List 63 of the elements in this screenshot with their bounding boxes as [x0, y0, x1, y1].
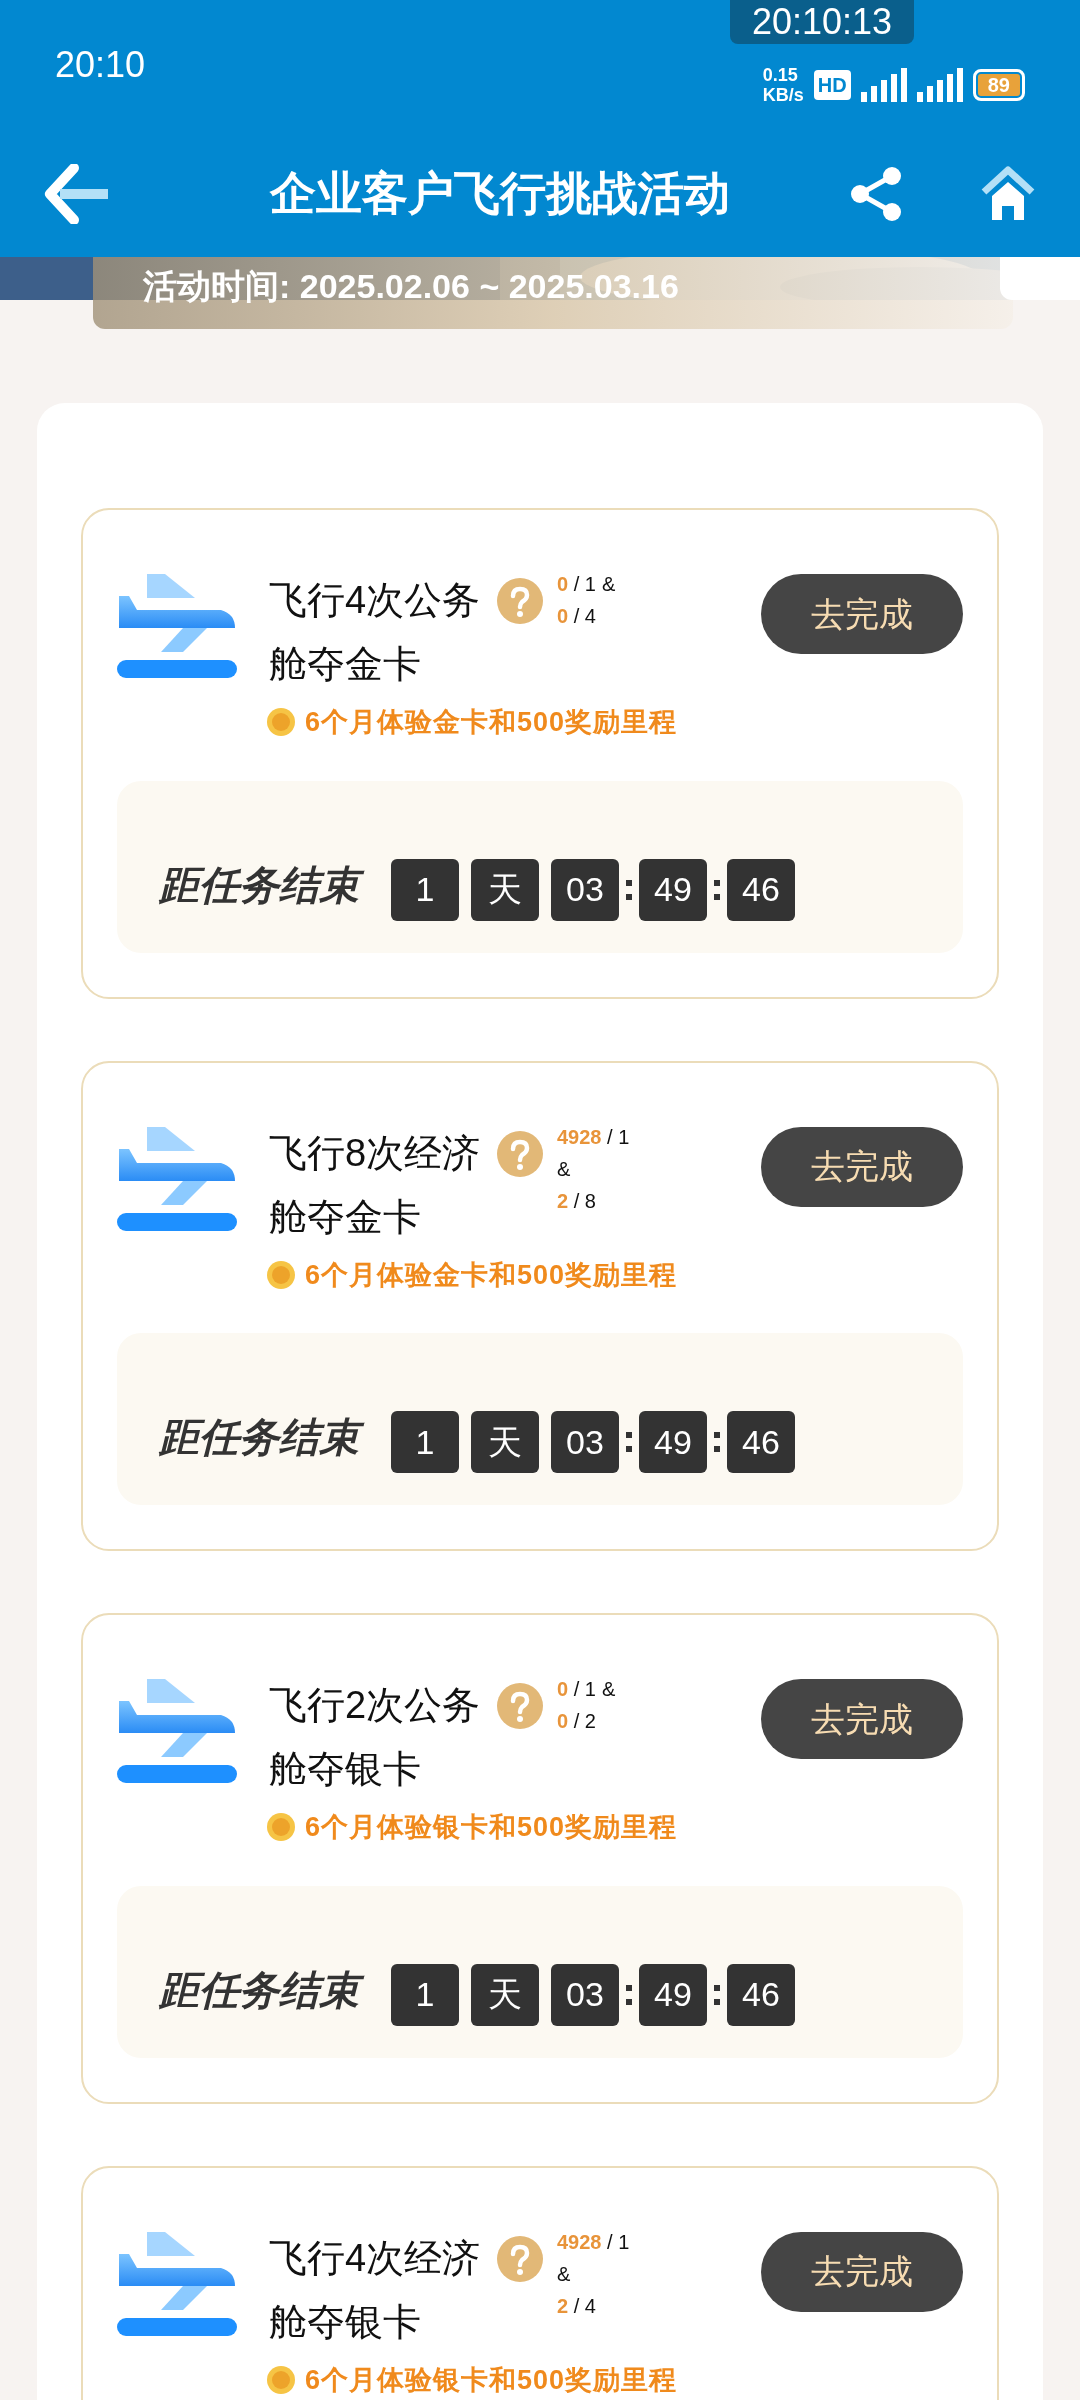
- countdown-label: 距任务结束: [159, 1963, 367, 2016]
- help-icon[interactable]: [497, 1130, 543, 1177]
- clock: 20:10: [55, 43, 146, 87]
- coin-icon: [267, 1813, 295, 1842]
- coin-icon: [267, 2365, 295, 2394]
- progress-count: 4928 / 1: [557, 1124, 630, 1150]
- countdown-label: 距任务结束: [159, 1411, 367, 1463]
- countdown-label: 距任务结束: [159, 858, 367, 911]
- net-speed: 0.15: [762, 65, 799, 85]
- task-title: 飞行4次公务舱夺金卡: [269, 578, 482, 687]
- countdown-digit: 1: [391, 1963, 459, 2026]
- countdown-digit: 03: [551, 1411, 619, 1473]
- task-title: 飞行4次经济舱夺银卡: [269, 2235, 482, 2345]
- reward-text: 6个月体验金卡和500奖励里程: [305, 1258, 678, 1292]
- share-icon[interactable]: [850, 165, 904, 222]
- complete-button[interactable]: 去完成: [761, 2231, 963, 2312]
- countdown-digit: 天: [471, 1411, 539, 1473]
- countdown-digit: 天: [471, 858, 539, 921]
- coin-icon: [267, 708, 295, 737]
- home-icon[interactable]: [980, 165, 1036, 222]
- reward-text: 6个月体验金卡和500奖励里程: [305, 706, 678, 739]
- countdown-digit: 46: [727, 858, 795, 921]
- coin-icon: [267, 1260, 295, 1289]
- signal-icon: [860, 68, 907, 102]
- progress-count: 0 / 1: [557, 572, 596, 597]
- countdown-digit: 天: [471, 1963, 539, 2026]
- countdown-digit: 49: [639, 1411, 707, 1473]
- activity-period: 活动时间: 2025.02.06 ~ 2025.03.16: [143, 266, 679, 307]
- countdown-digit: 46: [727, 1963, 795, 2026]
- page-title: 企业客户飞行挑战活动: [269, 166, 731, 221]
- countdown-digit: 49: [639, 1963, 707, 2026]
- countdown-digit: 1: [391, 1411, 459, 1473]
- and-sign: &: [557, 1156, 571, 1182]
- progress-count: 0 / 1: [557, 1677, 596, 1702]
- help-icon[interactable]: [497, 2235, 543, 2282]
- task-title: 飞行2次公务舱夺银卡: [269, 1683, 482, 1792]
- progress-count: 0 / 4: [557, 604, 596, 629]
- reward-text: 6个月体验银卡和500奖励里程: [305, 1811, 678, 1844]
- signal-icon: [916, 68, 963, 102]
- progress-count: 2 / 8: [557, 1188, 596, 1214]
- help-icon[interactable]: [497, 1683, 543, 1729]
- progress-count: 0 / 2: [557, 1709, 596, 1734]
- hd-icon: HD: [813, 70, 851, 100]
- progress-count: 4928 / 1: [557, 2229, 630, 2255]
- complete-button[interactable]: 去完成: [761, 1126, 963, 1207]
- countdown-digit: 03: [551, 1963, 619, 2026]
- and-sign: &: [601, 572, 616, 597]
- countdown-digit: 46: [727, 1411, 795, 1473]
- progress-count: 2 / 4: [557, 2293, 596, 2319]
- recorder-time: 20:10:13: [730, 0, 915, 44]
- net-unit: KB/s: [762, 85, 804, 105]
- and-sign: &: [557, 2261, 571, 2287]
- help-icon[interactable]: [497, 578, 543, 624]
- and-sign: &: [601, 1677, 616, 1702]
- task-title: 飞行8次经济舱夺金卡: [269, 1130, 482, 1240]
- countdown-digit: 1: [391, 858, 459, 921]
- battery-level: 89: [977, 74, 1020, 96]
- complete-button[interactable]: 去完成: [761, 1679, 963, 1759]
- countdown-digit: 49: [639, 858, 707, 921]
- back-icon[interactable]: [44, 163, 110, 224]
- reward-text: 6个月体验银卡和500奖励里程: [305, 2363, 678, 2397]
- complete-button[interactable]: 去完成: [761, 574, 963, 654]
- countdown-digit: 03: [551, 858, 619, 921]
